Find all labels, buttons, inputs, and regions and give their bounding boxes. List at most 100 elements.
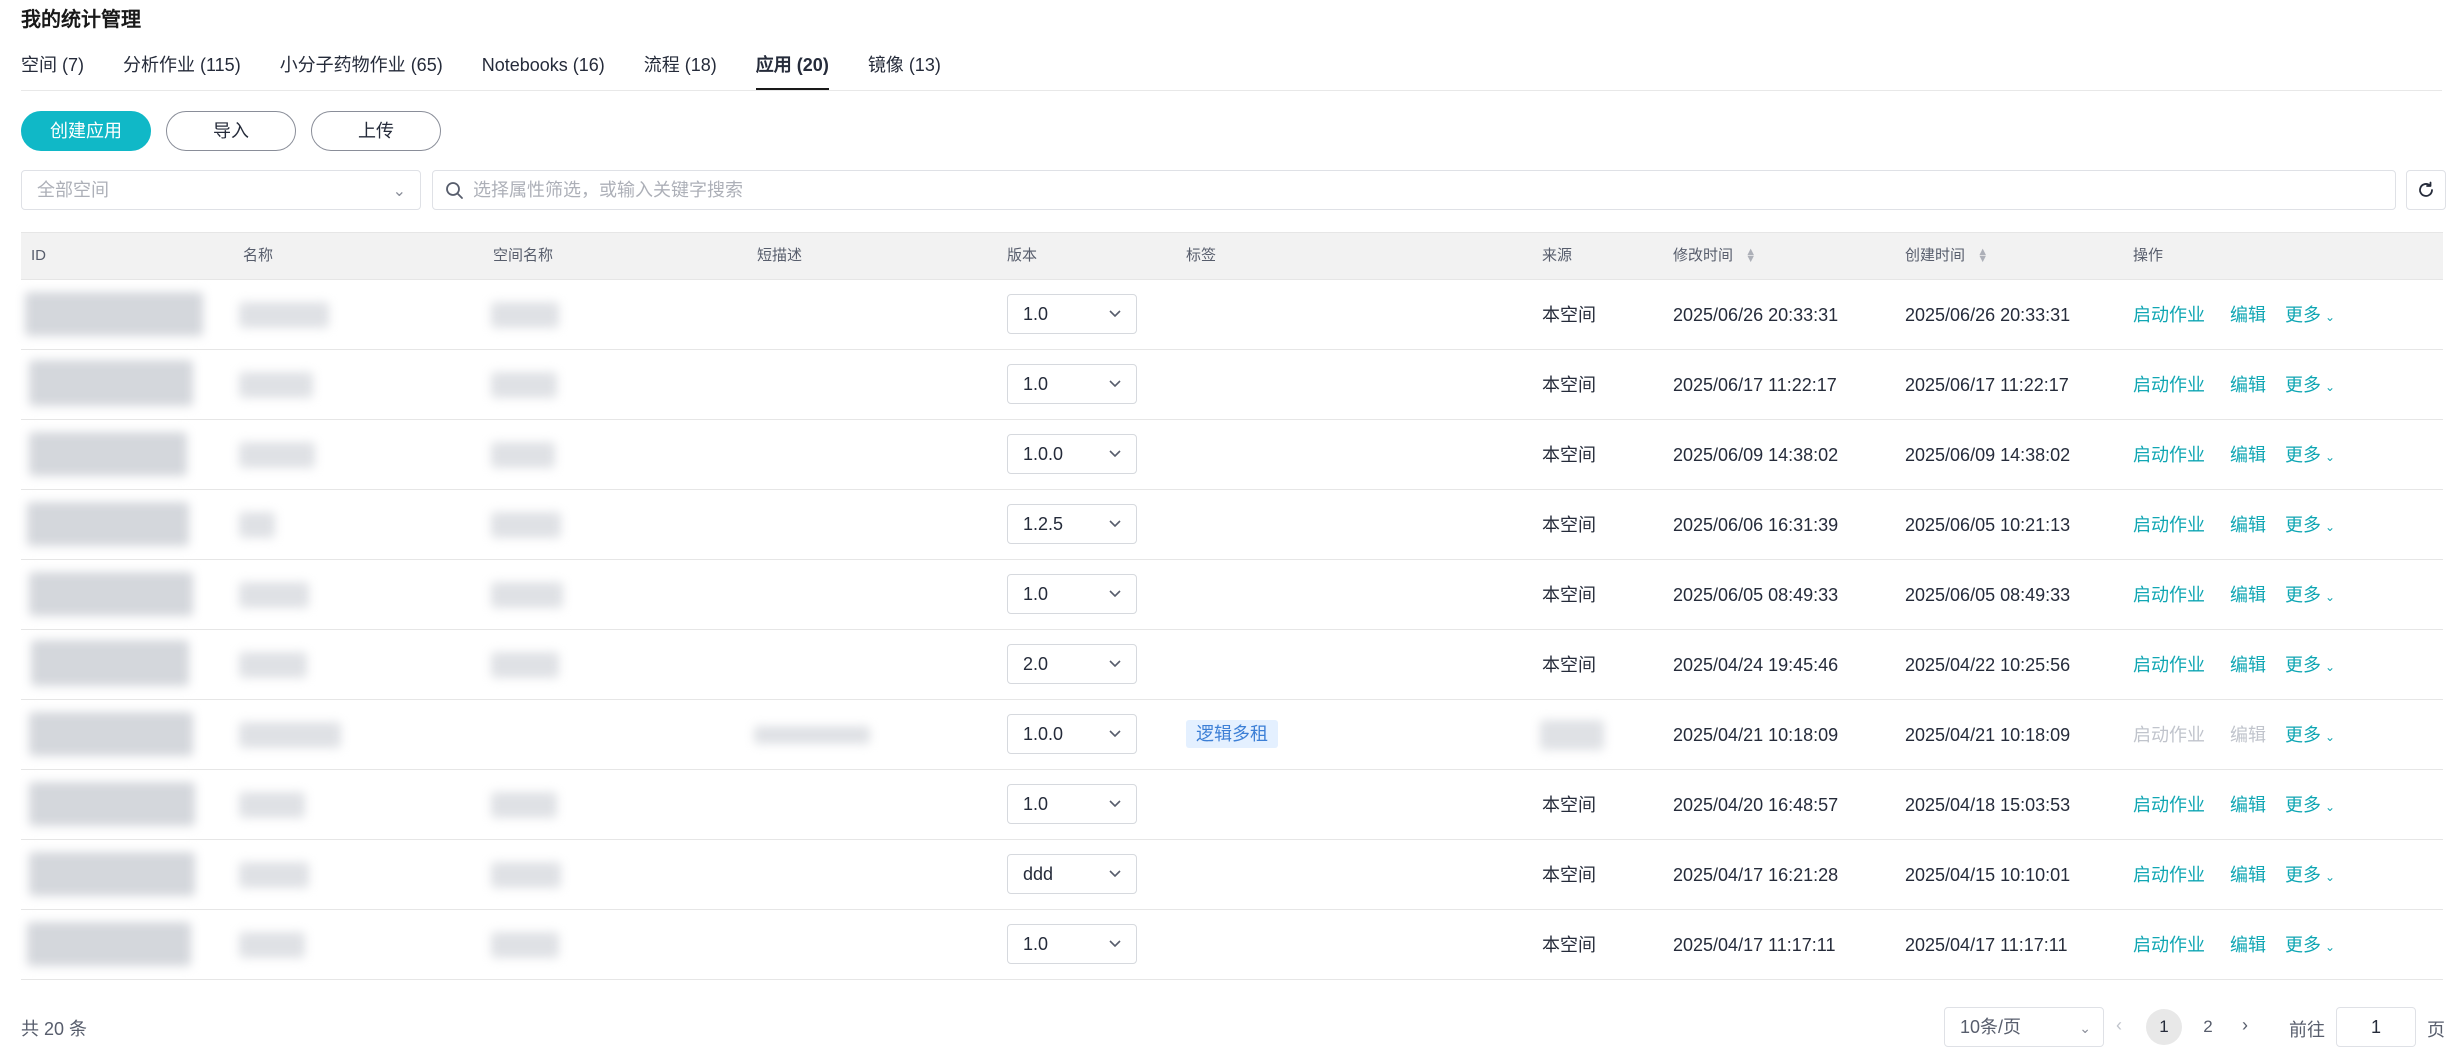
redacted-space-name — [491, 652, 559, 678]
created-time-cell: 2025/06/17 11:22:17 — [1905, 375, 2069, 395]
source-cell: 本空间 — [1542, 865, 1596, 885]
start-job-link[interactable]: 启动作业 — [2133, 910, 2205, 980]
col-modified-header[interactable]: 修改时间 ▲ ▼ — [1673, 233, 1756, 279]
create-app-button[interactable]: 创建应用 — [21, 111, 151, 151]
edit-link[interactable]: 编辑 — [2230, 350, 2266, 420]
more-menu[interactable]: 更多 ⌄ — [2285, 630, 2335, 700]
chevron-down-icon — [1108, 365, 1122, 416]
version-select[interactable]: 1.0 — [1007, 784, 1137, 824]
space-filter-placeholder: 全部空间 — [37, 180, 109, 200]
col-desc-header: 短描述 — [757, 247, 803, 264]
start-job-link[interactable]: 启动作业 — [2133, 770, 2205, 840]
tab-images[interactable]: 镜像 (13) — [868, 51, 941, 91]
table-row: ddd 本空间 2025/04/17 16:21:28 2025/04/15 10:… — [21, 840, 2443, 910]
version-select[interactable]: 1.2.5 — [1007, 504, 1137, 544]
redacted-id — [29, 432, 187, 476]
edit-link[interactable]: 编辑 — [2230, 560, 2266, 630]
redacted-space-name — [491, 442, 555, 468]
version-select[interactable]: 1.0 — [1007, 294, 1137, 334]
table-row: 1.0 本空间 2025/06/26 20:33:31 2025/06/26 20:… — [21, 280, 2443, 350]
tabs-divider — [21, 90, 2442, 91]
version-select[interactable]: 1.0 — [1007, 924, 1137, 964]
chevron-down-icon — [1108, 295, 1122, 346]
sort-icon[interactable]: ▲ ▼ — [1745, 247, 1756, 265]
version-value: 1.0 — [1023, 794, 1049, 814]
redacted-name — [239, 442, 315, 468]
tab-applications[interactable]: 应用 (20) — [755, 51, 829, 91]
page-size-select[interactable]: 10条/页 ⌄ — [1944, 1007, 2104, 1047]
more-menu[interactable]: 更多 ⌄ — [2285, 770, 2335, 840]
goto-page-input[interactable]: 1 — [2336, 1007, 2416, 1047]
start-job-link[interactable]: 启动作业 — [2133, 490, 2205, 560]
tab-workflows[interactable]: 流程 (18) — [644, 51, 717, 91]
created-time-cell: 2025/06/09 14:38:02 — [1905, 445, 2071, 465]
prev-page-icon[interactable]: ‹ — [2116, 1015, 2122, 1036]
import-button[interactable]: 导入 — [166, 111, 296, 151]
source-cell: 本空间 — [1542, 935, 1596, 955]
modified-time-cell: 2025/06/26 20:33:31 — [1673, 305, 1839, 325]
edit-link[interactable]: 编辑 — [2230, 280, 2266, 350]
more-menu[interactable]: 更多 ⌄ — [2285, 700, 2335, 770]
edit-link[interactable]: 编辑 — [2230, 840, 2266, 910]
version-select[interactable]: 2.0 — [1007, 644, 1137, 684]
tab-bar: 空间 (7) 分析作业 (115) 小分子药物作业 (65) Notebooks… — [21, 51, 980, 93]
more-menu[interactable]: 更多 ⌄ — [2285, 280, 2335, 350]
col-tags-header: 标签 — [1186, 247, 1217, 264]
tab-analysis-jobs[interactable]: 分析作业 (115) — [123, 51, 241, 91]
more-menu[interactable]: 更多 ⌄ — [2285, 490, 2335, 560]
redacted-id — [27, 502, 189, 546]
start-job-link[interactable]: 启动作业 — [2133, 280, 2205, 350]
app-root: 我的统计管理 空间 (7) 分析作业 (115) 小分子药物作业 (65) No… — [0, 0, 2462, 1056]
edit-link[interactable]: 编辑 — [2230, 910, 2266, 980]
edit-link[interactable]: 编辑 — [2230, 420, 2266, 490]
start-job-link[interactable]: 启动作业 — [2133, 630, 2205, 700]
search-input[interactable]: 选择属性筛选，或输入关键字搜索 — [432, 170, 2396, 210]
edit-link[interactable]: 编辑 — [2230, 630, 2266, 700]
search-placeholder: 选择属性筛选，或输入关键字搜索 — [473, 180, 743, 200]
version-select[interactable]: 1.0.0 — [1007, 714, 1137, 754]
start-job-link[interactable]: 启动作业 — [2133, 420, 2205, 490]
space-filter-select[interactable]: 全部空间 ⌄ — [21, 170, 421, 210]
page-button-2[interactable]: 2 — [2190, 1009, 2226, 1045]
version-value: 1.0 — [1023, 374, 1049, 394]
edit-link[interactable]: 编辑 — [2230, 490, 2266, 560]
modified-time-cell: 2025/04/20 16:48:57 — [1673, 795, 1839, 815]
more-menu[interactable]: 更多 ⌄ — [2285, 840, 2335, 910]
tab-notebooks[interactable]: Notebooks (16) — [482, 51, 605, 91]
next-page-icon[interactable]: › — [2242, 1015, 2248, 1036]
redacted-space-name — [491, 372, 557, 398]
table-row: 1.0 本空间 2025/06/17 11:22:17 2025/06/17 11:… — [21, 350, 2443, 420]
version-select[interactable]: ddd — [1007, 854, 1137, 894]
tab-spaces[interactable]: 空间 (7) — [21, 51, 84, 91]
col-created-header[interactable]: 创建时间 ▲ ▼ — [1905, 233, 1988, 279]
more-menu[interactable]: 更多 ⌄ — [2285, 350, 2335, 420]
start-job-link[interactable]: 启动作业 — [2133, 560, 2205, 630]
more-menu[interactable]: 更多 ⌄ — [2285, 420, 2335, 490]
redacted-name — [239, 512, 275, 538]
start-job-link[interactable]: 启动作业 — [2133, 700, 2205, 770]
edit-link[interactable]: 编辑 — [2230, 770, 2266, 840]
redacted-id — [29, 572, 193, 616]
created-time-cell: 2025/04/17 11:17:11 — [1905, 935, 2068, 955]
version-select[interactable]: 1.0.0 — [1007, 434, 1137, 474]
redacted-space-name — [491, 512, 561, 538]
sort-icon[interactable]: ▲ ▼ — [1977, 247, 1988, 265]
start-job-link[interactable]: 启动作业 — [2133, 840, 2205, 910]
redacted-id — [29, 360, 193, 406]
refresh-button[interactable] — [2406, 170, 2446, 210]
version-value: 1.0 — [1023, 304, 1049, 324]
more-menu[interactable]: 更多 ⌄ — [2285, 910, 2335, 980]
version-select[interactable]: 1.0 — [1007, 364, 1137, 404]
edit-link[interactable]: 编辑 — [2230, 700, 2266, 770]
start-job-link[interactable]: 启动作业 — [2133, 350, 2205, 420]
more-menu[interactable]: 更多 ⌄ — [2285, 560, 2335, 630]
redacted-id — [29, 712, 193, 756]
page-button-1[interactable]: 1 — [2146, 1009, 2182, 1045]
redacted-space-name — [491, 302, 559, 328]
version-select[interactable]: 1.0 — [1007, 574, 1137, 614]
upload-button[interactable]: 上传 — [311, 111, 441, 151]
col-id-header: ID — [31, 247, 46, 264]
tab-small-molecule-jobs[interactable]: 小分子药物作业 (65) — [280, 51, 443, 91]
chevron-down-icon — [1108, 575, 1122, 626]
col-name-header: 名称 — [243, 247, 274, 264]
